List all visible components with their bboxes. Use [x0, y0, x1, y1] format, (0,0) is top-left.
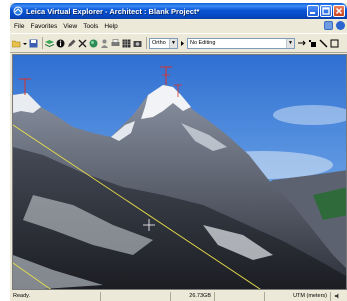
- editing-mode-value: No Editing: [190, 40, 216, 46]
- layers-icon[interactable]: [45, 39, 54, 48]
- chevron-down-icon[interactable]: ▼: [169, 38, 177, 48]
- title-bar[interactable]: Leica Virtual Explorer - Architect : Bla…: [10, 3, 347, 19]
- main-toolbar: Ortho ▼ No Editing ▼: [10, 33, 347, 53]
- status-empty-pane: [100, 291, 170, 301]
- save-icon[interactable]: [29, 39, 38, 48]
- help-icon[interactable]: [336, 21, 345, 30]
- toolbar-separator: [146, 37, 147, 49]
- status-text: Ready.: [13, 293, 31, 299]
- measure-icon[interactable]: [78, 39, 87, 48]
- menu-help[interactable]: Help: [104, 23, 117, 30]
- panel-toggle-icon[interactable]: [324, 21, 333, 30]
- info-icon[interactable]: [56, 39, 65, 48]
- dropdown-arrow-icon[interactable]: [23, 39, 27, 48]
- coordinate-units: UTM (meters): [264, 291, 330, 301]
- menu-tools[interactable]: Tools: [83, 23, 98, 30]
- pointer-arrow-icon[interactable]: [180, 39, 185, 48]
- menu-favorites[interactable]: Favorites: [30, 23, 57, 30]
- menu-view[interactable]: View: [63, 23, 77, 30]
- audio-icon[interactable]: [330, 291, 344, 301]
- chevron-down-icon[interactable]: ▼: [286, 38, 294, 48]
- snap-icon[interactable]: [297, 39, 306, 48]
- globe-icon[interactable]: [89, 39, 98, 48]
- projection-select[interactable]: Ortho ▼: [149, 37, 178, 49]
- terrain-scene: [13, 55, 346, 289]
- toolbar-separator: [42, 37, 43, 49]
- open-folder-icon[interactable]: [12, 39, 21, 48]
- close-button[interactable]: [333, 5, 345, 17]
- menu-file[interactable]: File: [14, 23, 24, 30]
- edit-icon[interactable]: [67, 39, 76, 48]
- window-title: Leica Virtual Explorer - Architect : Bla…: [26, 6, 200, 16]
- draw-line-icon[interactable]: [319, 39, 328, 48]
- app-icon: [13, 6, 23, 16]
- table-icon[interactable]: [122, 39, 131, 48]
- person-icon[interactable]: [100, 39, 109, 48]
- minimize-button[interactable]: [307, 5, 319, 17]
- menu-bar: File Favorites View Tools Help: [10, 19, 347, 33]
- app-window: Leica Virtual Explorer - Architect : Bla…: [10, 3, 347, 301]
- maximize-button[interactable]: [320, 5, 332, 17]
- editing-mode-select[interactable]: No Editing ▼: [187, 37, 295, 49]
- disk-space: 26.73GB: [170, 291, 214, 301]
- status-empty-pane: [214, 291, 264, 301]
- camera-icon[interactable]: [133, 39, 142, 48]
- 3d-terrain-viewport[interactable]: [12, 54, 347, 290]
- projection-value: Ortho: [152, 40, 166, 46]
- rectangle-tool-icon[interactable]: [330, 39, 339, 48]
- select-tool-icon[interactable]: [308, 39, 317, 48]
- status-bar: Ready. 26.73GB UTM (meters): [10, 291, 347, 301]
- print-icon[interactable]: [111, 38, 120, 48]
